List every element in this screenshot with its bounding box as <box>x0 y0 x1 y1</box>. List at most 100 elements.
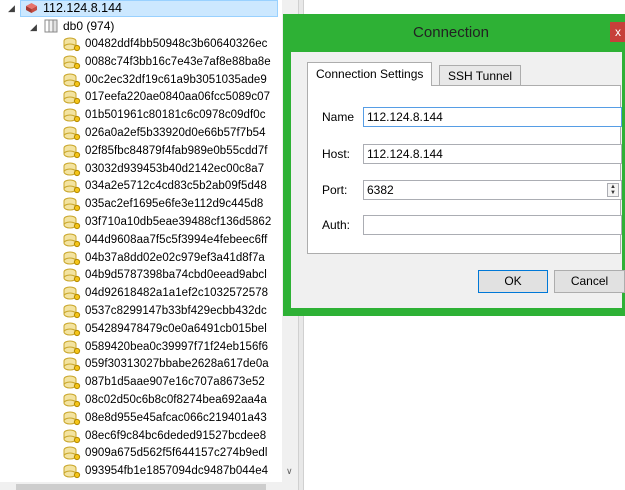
key-label: 08c02d50c6b8c0f8274bea692aa4a <box>85 394 267 406</box>
key-label: 034a2e5712c4cd83c5b2ab09f5d48 <box>85 180 267 193</box>
key-label: 00c2ec32df19c61a9b3051035ade9 <box>85 73 267 86</box>
dialog-body: Connection Settings SSH Tunnel Name 112.… <box>291 52 625 308</box>
key-icon <box>63 233 81 247</box>
key-icon <box>63 446 81 461</box>
key-icon <box>63 411 81 425</box>
tree-key-item[interactable]: 059f30313027bbabe2628a617de0a <box>63 355 283 373</box>
host-field[interactable]: 112.124.8.144 <box>363 144 622 164</box>
tree-key-item[interactable]: 04d92618482a1a1ef2c1032572578 <box>63 284 283 302</box>
port-stepper[interactable]: ▲ ▼ <box>607 183 619 197</box>
key-icon <box>63 144 81 158</box>
key-label: 04b9d5787398ba74cbd0eead9abcl <box>85 269 267 282</box>
stepper-down-icon[interactable]: ▼ <box>610 190 616 196</box>
key-icon <box>63 251 81 265</box>
tree-key-item[interactable]: 03f710a10db5eae39488cf136d5862 <box>63 213 283 231</box>
close-icon[interactable]: x <box>610 22 625 42</box>
tree-key-item[interactable]: 0537c8299147b33bf429ecbb432dc <box>63 302 283 320</box>
key-label: 03f710a10db5eae39488cf136d5862 <box>85 216 272 228</box>
connection-tree[interactable]: ◢ 112.124.8.144 ◢ db0 (974) 00482ddf4bb5… <box>0 0 298 490</box>
horizontal-scrollbar[interactable] <box>0 482 282 490</box>
tree-key-item[interactable]: 026a0a2ef5b33920d0e66b57f7b54 <box>63 124 283 142</box>
key-label: 0088c74f3bb16c7e43e7af8e88ba8e <box>85 55 271 68</box>
key-label: 054289478479c0e0a6491cb015bel <box>85 322 267 335</box>
tree-key-item[interactable]: 034a2e5712c4cd83c5b2ab09f5d48 <box>63 177 283 195</box>
key-label: 04d92618482a1a1ef2c1032572578 <box>85 287 269 300</box>
tab-connection-settings[interactable]: Connection Settings <box>307 62 433 86</box>
auth-field[interactable] <box>363 215 622 235</box>
tree-key-item[interactable]: 04b9d5787398ba74cbd0eead9abcl <box>63 266 283 284</box>
key-label: 026a0a2ef5b33920d0e66b57f7b54 <box>85 127 266 139</box>
tree-key-item[interactable]: 0909a675d562f5f644157c274b9edl <box>63 444 283 462</box>
tree-key-item[interactable]: 087b1d5aae907e16c707a8673e52 <box>63 373 283 391</box>
tree-key-item[interactable]: 04b37a8dd02e02c979ef3a41d8f7a <box>63 249 283 267</box>
key-icon <box>63 429 81 443</box>
auth-label: Auth: <box>322 218 351 232</box>
key-icon <box>63 464 81 479</box>
tree-key-item[interactable]: 02f85fbc84879f4fab989e0b55cdd7f <box>63 142 283 160</box>
tab-ssh-tunnel[interactable]: SSH Tunnel <box>439 65 522 86</box>
key-label: 059f30313027bbabe2628a617de0a <box>85 358 269 371</box>
database-icon <box>44 19 58 33</box>
key-icon <box>63 340 81 354</box>
connection-settings-panel: Name 112.124.8.144 Host: 112.124.8.144 P… <box>307 85 622 254</box>
key-label: 0537c8299147b33bf429ecbb432dc <box>85 305 267 317</box>
key-label: 02f85fbc84879f4fab989e0b55cdd7f <box>85 144 268 157</box>
collapse-arrow-icon[interactable]: ◢ <box>8 3 15 14</box>
key-label: 044d9608aa7f5c5f3994e4febeec6ff <box>85 233 268 246</box>
tree-key-item[interactable]: 0088c74f3bb16c7e43e7af8e88ba8e <box>63 53 283 71</box>
key-label: 093954fb1e1857094dc9487b044e4 <box>85 465 269 478</box>
ok-button[interactable]: OK <box>478 270 548 293</box>
tree-key-item[interactable]: 08ec6f9c84bc6deded91527bcdee8 <box>63 427 283 445</box>
key-icon <box>63 322 81 336</box>
key-icon <box>63 304 81 319</box>
key-icon <box>63 197 81 212</box>
tree-key-item[interactable]: 035ac2ef1695e6fe3e112d9c445d8 <box>63 195 283 213</box>
scroll-down-icon[interactable]: ∨ <box>286 466 293 477</box>
tree-key-item[interactable]: 03032d939453b40d2142ec00c8a7 <box>63 160 283 178</box>
key-label: 0909a675d562f5f644157c274b9edl <box>85 447 268 460</box>
tree-key-item[interactable]: 08c02d50c6b8c0f8274bea692aa4a <box>63 391 283 409</box>
key-label: 087b1d5aae907e16c707a8673e52 <box>85 376 265 389</box>
key-icon <box>63 108 81 123</box>
key-icon <box>63 215 81 230</box>
tree-key-item[interactable]: 01b501961c80181c6c0978c09df0c <box>63 106 283 124</box>
key-icon <box>63 357 81 372</box>
tree-key-item[interactable]: 08e8d955e45afcac066c219401a43 <box>63 409 283 427</box>
tree-db-node[interactable]: db0 (974) <box>44 17 244 35</box>
tree-server-node[interactable]: 112.124.8.144 <box>20 0 278 17</box>
tree-key-item[interactable]: 044d9608aa7f5c5f3994e4febeec6ff <box>63 231 283 249</box>
redis-server-icon <box>26 3 37 13</box>
port-field[interactable]: 6382 ▲ ▼ <box>363 180 622 200</box>
key-label: 08e8d955e45afcac066c219401a43 <box>85 411 267 424</box>
key-icon <box>63 268 81 283</box>
key-icon <box>63 90 81 105</box>
cancel-button[interactable]: Cancel <box>554 270 625 293</box>
key-icon <box>63 375 81 390</box>
key-icon <box>63 162 81 176</box>
key-label: 01b501961c80181c6c0978c09df0c <box>85 109 266 122</box>
key-label: 017eefa220ae0840aa06fcc5089c07 <box>85 91 271 104</box>
tree-key-item[interactable]: 017eefa220ae0840aa06fcc5089c07 <box>63 88 283 106</box>
key-label: 08ec6f9c84bc6deded91527bcdee8 <box>85 429 267 442</box>
tree-key-item[interactable]: 093954fb1e1857094dc9487b044e4 <box>63 462 283 480</box>
server-label: 112.124.8.144 <box>43 1 123 15</box>
scrollbar-thumb[interactable] <box>16 484 266 490</box>
name-field[interactable]: 112.124.8.144 <box>363 107 622 127</box>
key-icon <box>63 73 81 87</box>
key-icon <box>63 179 81 194</box>
dialog-title: Connection <box>413 24 489 41</box>
db-label: db0 (974) <box>63 19 115 33</box>
key-icon <box>63 126 81 141</box>
key-label: 0589420bea0c39997f71f24eb156f6 <box>85 340 269 353</box>
tree-key-item[interactable]: 00c2ec32df19c61a9b3051035ade9 <box>63 71 283 89</box>
port-value: 6382 <box>367 183 394 197</box>
tree-key-item[interactable]: 054289478479c0e0a6491cb015bel <box>63 320 283 338</box>
collapse-arrow-icon[interactable]: ◢ <box>30 22 37 33</box>
key-label: 00482ddf4bb50948c3b60640326ec <box>85 38 268 50</box>
key-icon <box>63 55 81 69</box>
tree-key-item[interactable]: 00482ddf4bb50948c3b60640326ec <box>63 35 283 53</box>
tree-key-item[interactable]: 0589420bea0c39997f71f24eb156f6 <box>63 338 283 356</box>
name-label: Name <box>322 110 355 124</box>
key-label: 03032d939453b40d2142ec00c8a7 <box>85 162 265 175</box>
key-label: 035ac2ef1695e6fe3e112d9c445d8 <box>85 198 264 211</box>
